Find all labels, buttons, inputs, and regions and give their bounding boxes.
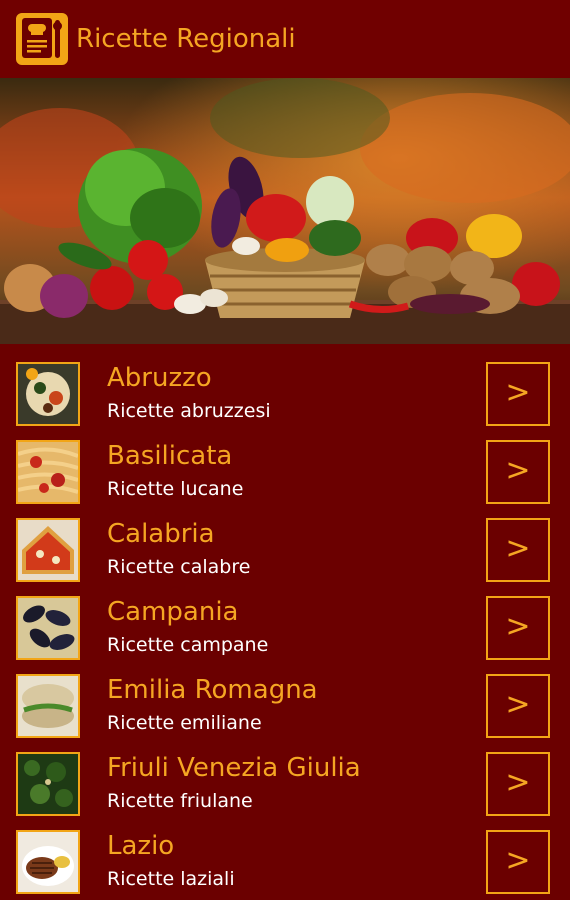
region-name: Calabria: [107, 519, 215, 549]
region-subtitle: Ricette friulane: [107, 790, 253, 812]
region-subtitle: Ricette campane: [107, 634, 269, 656]
open-region-button[interactable]: >: [486, 752, 550, 816]
open-region-button[interactable]: >: [486, 362, 550, 426]
thumbnail-image: [16, 362, 80, 426]
thumbnail-image: [16, 518, 80, 582]
region-subtitle: Ricette emiliane: [107, 712, 262, 734]
region-name: Emilia Romagna: [107, 675, 318, 705]
recipe-book-icon: [16, 13, 68, 65]
region-name: Friuli Venezia Giulia: [107, 753, 361, 783]
list-item[interactable]: Campania Ricette campane >: [0, 578, 570, 660]
region-name: Basilicata: [107, 441, 233, 471]
app-title: Ricette Regionali: [76, 24, 296, 54]
hero-vegetables-image: [0, 78, 570, 344]
open-region-button[interactable]: >: [486, 830, 550, 894]
thumbnail-image: [16, 752, 80, 816]
thumbnail-image: [16, 674, 80, 738]
list-item[interactable]: Friuli Venezia Giulia Ricette friulane >: [0, 734, 570, 816]
thumbnail-image: [16, 830, 80, 894]
list-item[interactable]: Basilicata Ricette lucane >: [0, 422, 570, 504]
region-subtitle: Ricette laziali: [107, 868, 235, 890]
open-region-button[interactable]: >: [486, 674, 550, 738]
list-item[interactable]: Abruzzo Ricette abruzzesi >: [0, 344, 570, 426]
open-region-button[interactable]: >: [486, 518, 550, 582]
region-list: Abruzzo Ricette abruzzesi > Basilicata R…: [0, 344, 570, 900]
list-item[interactable]: Emilia Romagna Ricette emiliane >: [0, 656, 570, 738]
app-toolbar: Ricette Regionali: [0, 0, 570, 78]
thumbnail-image: [16, 440, 80, 504]
region-name: Lazio: [107, 831, 175, 861]
open-region-button[interactable]: >: [486, 440, 550, 504]
region-subtitle: Ricette calabre: [107, 556, 251, 578]
region-name: Campania: [107, 597, 239, 627]
region-subtitle: Ricette abruzzesi: [107, 400, 271, 422]
thumbnail-image: [16, 596, 80, 660]
region-name: Abruzzo: [107, 363, 212, 393]
region-subtitle: Ricette lucane: [107, 478, 244, 500]
list-item[interactable]: Calabria Ricette calabre >: [0, 500, 570, 582]
list-item[interactable]: Lazio Ricette laziali >: [0, 812, 570, 894]
app-screen: Ricette Regionali Abruzzo Ricette abruzz…: [0, 0, 570, 900]
open-region-button[interactable]: >: [486, 596, 550, 660]
